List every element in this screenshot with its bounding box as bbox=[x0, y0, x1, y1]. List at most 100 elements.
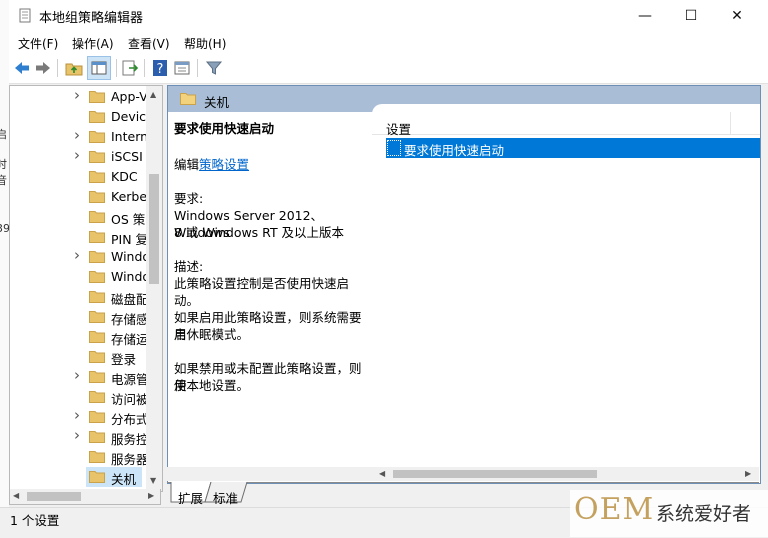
menu-view[interactable]: 查看(V) bbox=[128, 35, 170, 52]
maximize-button[interactable]: ☐ bbox=[668, 0, 714, 31]
scroll-up-icon[interactable]: ▲ bbox=[150, 90, 156, 99]
column-divider[interactable] bbox=[730, 112, 731, 134]
chevron-right-icon[interactable]: › bbox=[74, 406, 80, 424]
scroll-left-icon[interactable]: ◀ bbox=[379, 469, 385, 478]
tree-item-label: Kerbe bbox=[111, 189, 148, 204]
column-header[interactable]: 设置 bbox=[372, 104, 760, 138]
bg-fragment: 音 bbox=[0, 172, 7, 188]
edit-policy-link[interactable]: 策略设置 bbox=[199, 157, 249, 172]
scroll-down-icon[interactable]: ▼ bbox=[150, 476, 156, 485]
edit-prefix: 编辑 bbox=[174, 157, 200, 172]
scroll-left-icon[interactable]: ◀ bbox=[13, 491, 19, 500]
chevron-right-icon[interactable]: › bbox=[74, 366, 80, 384]
folder-icon bbox=[89, 411, 105, 423]
tree-horizontal-scrollbar[interactable]: ◀ ▶ bbox=[9, 489, 161, 505]
folder-icon bbox=[89, 191, 105, 203]
tree-item[interactable]: Kerbe bbox=[10, 187, 150, 207]
toolbar-separator bbox=[57, 59, 58, 77]
tree-item[interactable]: › 服务控 bbox=[10, 426, 150, 447]
tree-item[interactable]: › iSCSI bbox=[10, 146, 150, 167]
title-bar[interactable]: 本地组策略编辑器 — ☐ ✕ bbox=[9, 0, 768, 31]
chevron-right-icon[interactable]: › bbox=[74, 146, 80, 164]
watermark-oem: OEM bbox=[574, 492, 655, 527]
minimize-button[interactable]: — bbox=[622, 0, 668, 31]
tree-vertical-scrollbar[interactable]: ▲ ▼ bbox=[146, 86, 162, 491]
folder-icon bbox=[89, 471, 105, 483]
tree-item[interactable]: KDC bbox=[10, 167, 150, 187]
folder-icon bbox=[89, 291, 105, 303]
tree-item[interactable]: OS 策略 bbox=[10, 207, 150, 227]
forward-arrow-icon[interactable] bbox=[34, 59, 52, 77]
window-title: 本地组策略编辑器 bbox=[39, 11, 144, 26]
folder-icon bbox=[89, 151, 105, 163]
chevron-right-icon[interactable]: › bbox=[74, 426, 80, 444]
tree-item[interactable]: 访问被 bbox=[10, 387, 150, 407]
folder-icon bbox=[89, 331, 105, 343]
filter-icon[interactable] bbox=[205, 59, 223, 77]
up-folder-icon[interactable] bbox=[65, 59, 83, 77]
folder-icon bbox=[180, 93, 196, 105]
tree-item[interactable]: 存储感 bbox=[10, 307, 150, 327]
folder-icon bbox=[89, 211, 105, 223]
tree-item-label: KDC bbox=[111, 169, 138, 184]
list-row-selected[interactable]: 要求使用快速启动 bbox=[386, 138, 760, 158]
svg-text:?: ? bbox=[157, 62, 164, 77]
bg-fragment: 启 bbox=[0, 126, 7, 142]
tree-item[interactable]: PIN 复 bbox=[10, 227, 150, 247]
tree-item-label: 访问被 bbox=[111, 392, 149, 407]
folder-icon bbox=[89, 111, 105, 123]
tree-item[interactable]: › 电源管 bbox=[10, 366, 150, 387]
menu-action[interactable]: 操作(A) bbox=[72, 35, 114, 52]
watermark: OEM 系统爱好者 bbox=[570, 490, 768, 537]
tree-item[interactable]: › Windo bbox=[10, 246, 150, 267]
chevron-right-icon[interactable]: › bbox=[74, 126, 80, 144]
details-pane: 关机 要求使用快速启动 编辑策略设置 要求: Windows Server 20… bbox=[167, 85, 761, 484]
tree-item-label: Intern bbox=[111, 129, 149, 144]
tree-item[interactable]: 登录 bbox=[10, 347, 150, 367]
tree-item[interactable]: 存储运 bbox=[10, 327, 150, 347]
tree-item[interactable]: Device bbox=[10, 107, 150, 127]
description-text: 此策略设置控制是否使用快速启动。 bbox=[174, 276, 350, 308]
tree-item[interactable]: › App-V bbox=[10, 86, 150, 107]
policy-tree[interactable]: › App-V Device › Intern › iSCSI KDC Kerbe OS 策略 PI… bbox=[9, 85, 163, 492]
policy-setting-icon bbox=[387, 140, 401, 156]
tree-item-selected[interactable]: 关机 bbox=[86, 467, 142, 487]
disable-text: 用本地设置。 bbox=[174, 378, 250, 393]
tree-hscroll-thumb[interactable] bbox=[27, 492, 81, 501]
tree-item-label: 存储运 bbox=[111, 332, 149, 347]
scroll-right-icon[interactable]: ▶ bbox=[148, 491, 154, 500]
help-icon[interactable]: ? bbox=[151, 59, 169, 77]
watermark-text: 系统爱好者 bbox=[656, 503, 752, 525]
scroll-right-icon[interactable]: ▶ bbox=[745, 469, 751, 478]
tab-extended[interactable]: 扩展 bbox=[178, 488, 203, 507]
list-row-label: 要求使用快速启动 bbox=[404, 143, 505, 158]
show-hide-tree-icon bbox=[91, 61, 107, 75]
tree-item-label: iSCSI bbox=[111, 149, 143, 164]
tree-scroll-thumb[interactable] bbox=[149, 174, 159, 284]
tree-item[interactable]: Windo bbox=[10, 267, 150, 287]
tree-item[interactable]: › Intern bbox=[10, 126, 150, 147]
details-horizontal-scrollbar[interactable]: ◀ ▶ bbox=[167, 467, 759, 481]
chevron-right-icon[interactable]: › bbox=[74, 246, 80, 264]
tree-item[interactable]: › 分布式 bbox=[10, 406, 150, 427]
tree-item[interactable]: 磁盘配 bbox=[10, 287, 150, 307]
tab-standard[interactable]: 标准 bbox=[213, 488, 238, 507]
settings-list[interactable]: 设置 要求使用快速启动 bbox=[372, 104, 760, 483]
close-button[interactable]: ✕ bbox=[714, 0, 760, 31]
chevron-right-icon[interactable]: › bbox=[74, 86, 80, 104]
tree-item[interactable]: 服务器 bbox=[10, 447, 150, 467]
column-header-setting[interactable]: 设置 bbox=[386, 119, 411, 138]
export-list-icon[interactable] bbox=[121, 59, 139, 77]
folder-icon bbox=[89, 91, 105, 103]
menu-file[interactable]: 文件(F) bbox=[18, 35, 58, 52]
back-arrow-icon[interactable] bbox=[13, 59, 31, 77]
show-hide-tree-button[interactable] bbox=[87, 56, 111, 80]
tree-item-label: App-V bbox=[111, 89, 148, 104]
tree-item-label: 服务器 bbox=[111, 452, 149, 467]
toolbar: ? bbox=[9, 53, 768, 84]
app-icon bbox=[19, 8, 31, 23]
menu-help[interactable]: 帮助(H) bbox=[184, 35, 226, 52]
details-hscroll-thumb[interactable] bbox=[393, 470, 597, 478]
properties-icon[interactable] bbox=[173, 59, 191, 77]
tree-item-label: Windo bbox=[111, 269, 149, 284]
